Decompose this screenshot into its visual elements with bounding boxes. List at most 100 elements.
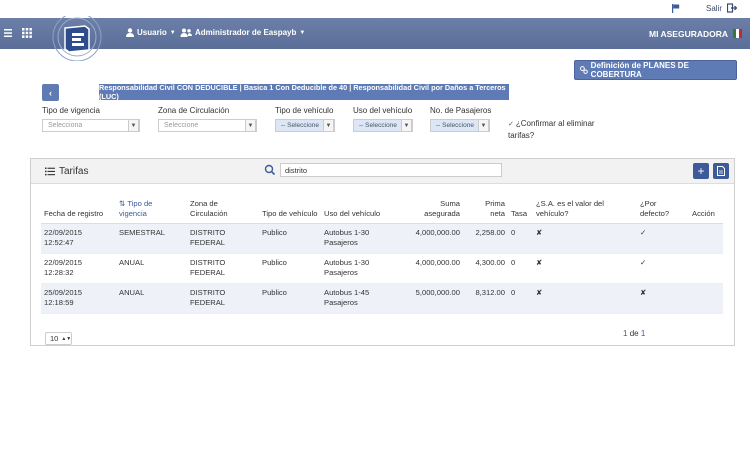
- cell-fecha: 22/09/2015 12:52:47: [41, 223, 116, 254]
- tipo-vehiculo-select[interactable]: -- Seleccione ▼: [275, 119, 335, 132]
- search-icon[interactable]: [263, 163, 277, 177]
- table-row[interactable]: 22/09/2015 12:28:32 ANUAL DISTRITO FEDERA…: [41, 253, 723, 284]
- chevron-left-icon: ‹: [49, 87, 52, 98]
- col-zona-label-2: Circulación: [190, 208, 228, 218]
- col-fecha[interactable]: Fecha de registro: [41, 193, 116, 224]
- table-row[interactable]: 25/09/2015 12:18:59 ANUAL DISTRITO FEDERA…: [41, 283, 723, 314]
- cell-prima: 2,258.00: [463, 223, 508, 254]
- panel-title: Tarifas: [45, 166, 88, 177]
- col-tasa[interactable]: Tasa: [508, 193, 533, 224]
- sort-icon: ⇅: [119, 198, 126, 208]
- table-header-row: Fecha de registro ⇅ Tipo de vigencia Zona…: [41, 193, 723, 224]
- confirm-delete-option[interactable]: ✓ ¿Confirmar al eliminar tarifas?: [508, 118, 595, 141]
- cell-suma: 4,000,000.00: [393, 223, 463, 254]
- confirm-delete-checkbox[interactable]: ✓: [508, 119, 514, 130]
- hamburger-menu-icon[interactable]: [4, 28, 12, 38]
- cell-sa-no-icon: ✘: [533, 283, 637, 314]
- define-plans-label: Definición de PLANES DE COBERTURA: [590, 61, 689, 79]
- apps-grid-icon[interactable]: [22, 28, 32, 38]
- cell-accion: [689, 253, 723, 284]
- zona-label: Zona de Circulación: [158, 106, 230, 115]
- confirm-delete-label-2: tarifas?: [508, 131, 535, 140]
- page-separator: de: [629, 329, 639, 338]
- pagination-info: 1 de 1: [623, 329, 645, 338]
- back-button[interactable]: ‹: [42, 84, 59, 101]
- pasajeros-value: -- Seleccione: [436, 122, 474, 129]
- cell-tasa: 0: [508, 223, 533, 254]
- cell-uso: Autobus 1-45 Pasajeros: [321, 283, 393, 314]
- search-input[interactable]: distrito: [280, 163, 502, 177]
- col-sa-valor[interactable]: ¿S.A. es el valor del vehículo?: [533, 193, 637, 224]
- cell-default-yes-icon: ✓: [637, 223, 689, 254]
- col-por-defecto[interactable]: ¿Por defecto?: [637, 193, 689, 224]
- current-page-link[interactable]: 1: [623, 329, 627, 338]
- list-icon: [45, 167, 55, 176]
- chevron-down-icon: ▼: [478, 119, 489, 132]
- col-tipo-vigencia-label-2: vigencia: [119, 208, 147, 218]
- user-menu-label: Usuario: [137, 28, 167, 37]
- updown-arrows-icon: ▲▼: [61, 335, 72, 342]
- flag-icon[interactable]: [672, 4, 680, 13]
- tipo-vigencia-select[interactable]: Selecciona ▼: [42, 119, 140, 132]
- cell-uso: Autobus 1-30 Pasajeros: [321, 253, 393, 284]
- col-suma-asegurada[interactable]: Suma asegurada: [393, 193, 463, 224]
- pasajeros-label: No. de Pasajeros: [430, 106, 492, 115]
- user-menu[interactable]: Usuario ▼: [126, 28, 176, 37]
- cell-sa-no-icon: ✘: [533, 223, 637, 254]
- uso-vehiculo-select[interactable]: -- Seleccione ▼: [353, 119, 413, 132]
- user-icon: [126, 28, 134, 37]
- table-row[interactable]: 22/09/2015 12:52:47 SEMESTRAL DISTRITO FE…: [41, 223, 723, 254]
- col-tipo-vigencia-label: Tipo de: [127, 198, 153, 208]
- pasajeros-select[interactable]: -- Seleccione ▼: [430, 119, 490, 132]
- cell-accion: [689, 283, 723, 314]
- users-icon: [180, 28, 192, 37]
- admin-menu-label: Administrador de Easpayb: [195, 28, 297, 37]
- admin-menu[interactable]: Administrador de Easpayb ▼: [180, 28, 305, 37]
- logout-link[interactable]: Salir: [706, 4, 722, 13]
- tipo-vehiculo-value: -- Seleccione: [281, 122, 319, 129]
- cell-zona: DISTRITO FEDERAL: [187, 223, 259, 254]
- export-document-button[interactable]: [713, 163, 729, 179]
- cell-default-yes-icon: ✓: [637, 253, 689, 284]
- chevron-down-icon: ▼: [323, 119, 334, 132]
- col-sa-label-2: vehículo?: [536, 208, 569, 218]
- tipo-vehiculo-label: Tipo de vehículo: [275, 106, 334, 115]
- cell-tasa: 0: [508, 253, 533, 284]
- page-size-select[interactable]: 10 ▲▼: [45, 332, 72, 345]
- col-uso-vehiculo[interactable]: Uso del vehículo: [321, 193, 393, 224]
- cell-sa-no-icon: ✘: [533, 253, 637, 284]
- add-tarifa-button[interactable]: +: [693, 163, 709, 179]
- cell-suma: 5,000,000.00: [393, 283, 463, 314]
- tipo-vigencia-value: Selecciona: [48, 122, 83, 129]
- uso-vehiculo-value: -- Seleccione: [359, 122, 397, 129]
- tarifas-table: Fecha de registro ⇅ Tipo de vigencia Zona…: [41, 193, 723, 314]
- settings-icon: [580, 66, 588, 74]
- logout-icon[interactable]: [727, 3, 737, 13]
- mexico-flag-icon[interactable]: [733, 29, 742, 38]
- chevron-down-icon: ▼: [169, 29, 176, 36]
- define-plans-button[interactable]: Definición de PLANES DE COBERTURA: [574, 60, 737, 80]
- cell-tipo: Publico: [259, 253, 321, 284]
- zona-select[interactable]: Seleccione ▼: [158, 119, 257, 132]
- cell-fecha: 22/09/2015 12:28:32: [41, 253, 116, 284]
- cell-prima: 4,300.00: [463, 253, 508, 284]
- cell-vigencia: ANUAL: [116, 283, 187, 314]
- confirm-delete-label: ¿Confirmar al eliminar: [515, 119, 595, 128]
- chevron-down-icon: ▼: [128, 119, 139, 132]
- chevron-down-icon: ▼: [401, 119, 412, 132]
- page-size-value: 10: [50, 334, 59, 343]
- col-prima-neta[interactable]: Prima neta: [463, 193, 508, 224]
- cell-tipo: Publico: [259, 223, 321, 254]
- col-tipo-vehiculo[interactable]: Tipo de vehículo: [259, 193, 321, 224]
- total-pages-link[interactable]: 1: [641, 329, 645, 338]
- chevron-down-icon: ▼: [245, 119, 256, 132]
- col-tipo-vigencia[interactable]: ⇅ Tipo de vigencia: [116, 193, 187, 224]
- brand-name: MI ASEGURADORA: [649, 29, 729, 39]
- col-prima-label-2: neta: [490, 208, 505, 218]
- col-zona[interactable]: Zona de Circulación: [187, 193, 259, 224]
- cell-zona: DISTRITO FEDERAL: [187, 253, 259, 284]
- cell-prima: 8,312.00: [463, 283, 508, 314]
- app-logo[interactable]: [48, 16, 106, 61]
- cell-vigencia: SEMESTRAL: [116, 223, 187, 254]
- cell-uso: Autobus 1-30 Pasajeros: [321, 223, 393, 254]
